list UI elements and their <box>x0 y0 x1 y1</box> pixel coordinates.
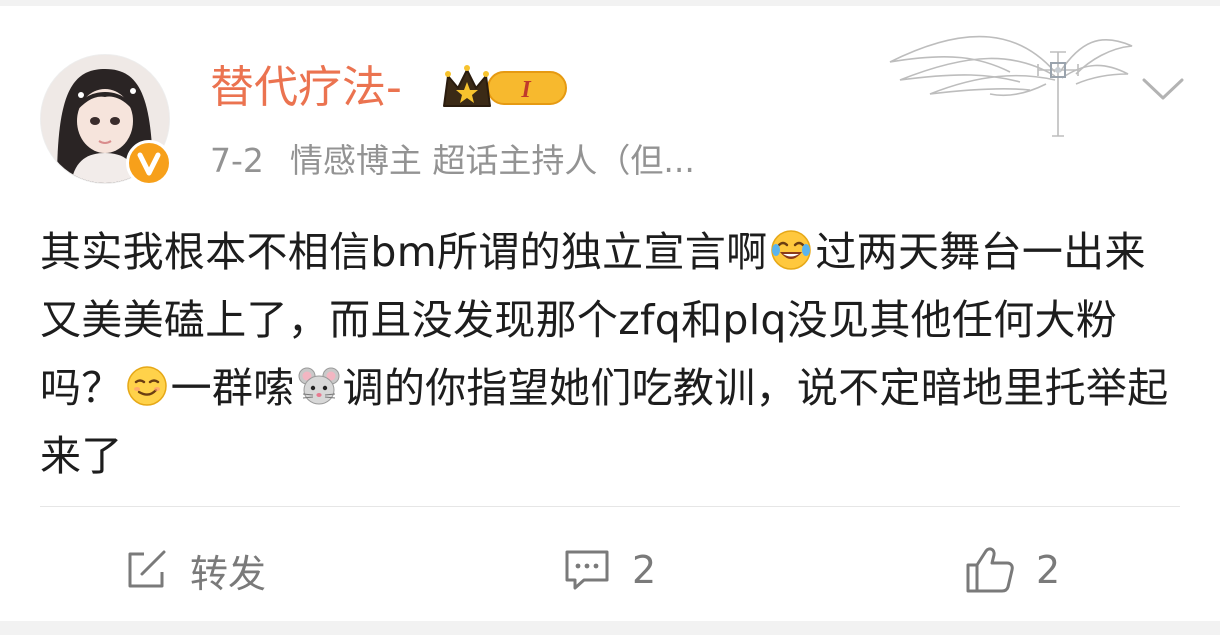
chevron-down-icon[interactable] <box>1138 72 1188 108</box>
post-text-part-3: 一群嗦 <box>170 364 295 412</box>
post-meta: 7-2 情感博主 超话主持人（但... <box>210 138 695 184</box>
divider <box>40 506 1180 507</box>
vip-crown-badge-icon[interactable]: I <box>440 62 570 114</box>
smirk-emoji-icon <box>125 364 169 408</box>
post-text-part-1: 其实我根本不相信bm所谓的独立宣言啊 <box>40 228 768 276</box>
repost-icon <box>122 546 170 594</box>
thumbs-up-icon <box>964 545 1016 595</box>
repost-button[interactable]: 转发 <box>122 540 266 600</box>
repost-label: 转发 <box>190 551 267 596</box>
weibo-post-card: 替代疗法- I 7-2 情感博主 超话主持人（但... 其实我根本不相信bm所谓… <box>0 6 1220 621</box>
wings-cross-decoration-icon <box>870 12 1140 142</box>
laughing-tears-emoji-icon <box>769 228 813 272</box>
like-count: 2 <box>1036 548 1061 592</box>
author-tags[interactable]: 情感博主 超话主持人（但... <box>290 141 695 180</box>
post-text: 其实我根本不相信bm所谓的独立宣言啊 过两天舞台一出来又美美磕上了，而且没发现那… <box>40 218 1180 490</box>
comment-button[interactable]: 2 <box>562 540 656 600</box>
verified-badge-icon <box>126 140 172 186</box>
like-button[interactable]: 2 <box>964 540 1060 600</box>
comment-icon <box>562 546 612 594</box>
author-name[interactable]: 替代疗法- <box>210 58 402 118</box>
comment-count: 2 <box>632 548 657 592</box>
mouse-emoji-icon <box>297 364 341 408</box>
post-date: 7-2 <box>210 141 264 180</box>
vip-level: I <box>520 77 532 103</box>
